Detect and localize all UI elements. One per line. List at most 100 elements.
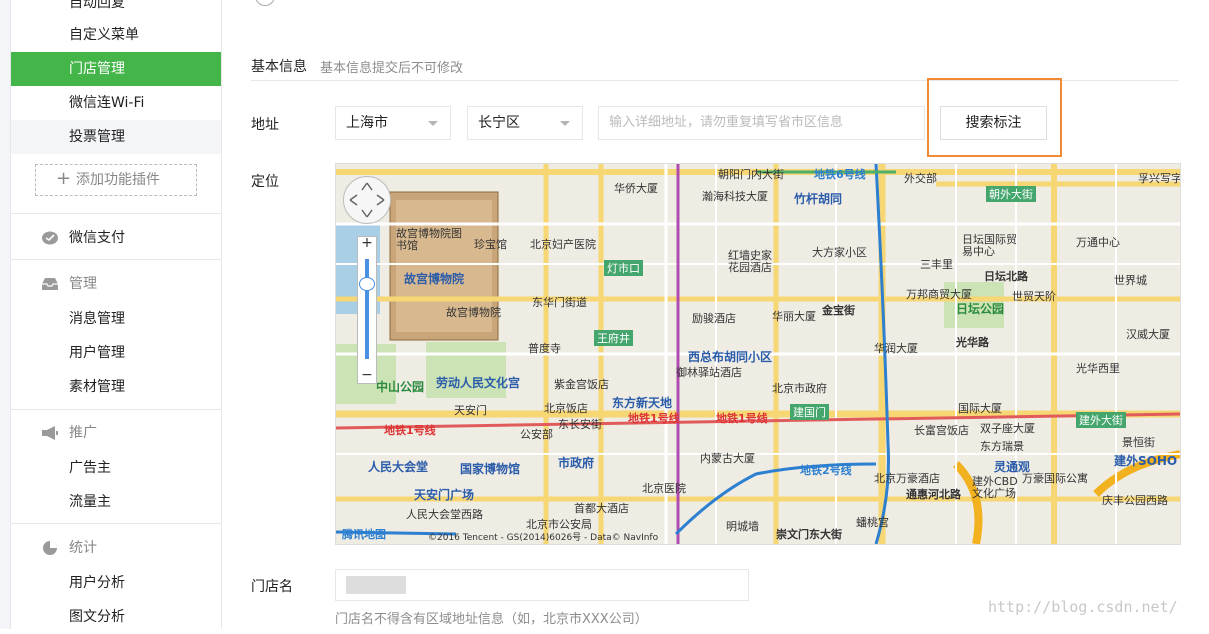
map-label: 世界城 — [1114, 274, 1147, 287]
tencent-map-logo: 腾讯地图 — [342, 528, 386, 541]
sidebar-item-wifi[interactable]: 微信连Wi-Fi — [11, 86, 221, 120]
map-label: 北京医院 — [642, 482, 686, 495]
divider — [11, 523, 221, 524]
map-label: 地铁1号线 — [716, 412, 768, 425]
map-label: 国家博物馆 — [460, 462, 521, 476]
map-label: 崇文门东大街 — [776, 528, 842, 541]
divider — [11, 213, 221, 214]
chat-bubble-icon — [42, 231, 58, 245]
inbox-icon — [42, 278, 58, 290]
zoom-knob[interactable] — [359, 277, 375, 291]
sidebar: 自动回复 自定义菜单 门店管理 微信连Wi-Fi 投票管理 + 添加功能插件 微… — [10, 0, 222, 629]
locate-label: 定位 — [251, 174, 279, 190]
map-label: 王府井 — [594, 330, 633, 346]
map-label: 国际大厦 — [958, 402, 1002, 415]
map-label: 天安门 — [454, 404, 487, 417]
divider — [11, 259, 221, 260]
section-title: 基本信息 — [251, 59, 307, 75]
map-label: 建外CBD文化广场 — [972, 475, 1018, 500]
watermark: http://blog.csdn.net/ — [988, 598, 1178, 616]
map-label: 东长安街 — [558, 418, 602, 431]
map-copyright: ©2016 Tencent - GS(2014)6026号 - Data© Na… — [428, 533, 659, 543]
sidebar-section-label: 微信支付 — [69, 230, 125, 246]
map-label: 朝外大街 — [986, 186, 1036, 202]
caret-down-icon — [560, 121, 570, 126]
map-label: 建外SOHO — [1114, 454, 1178, 468]
city-select[interactable]: 上海市 — [335, 106, 451, 140]
address-input[interactable]: 输入详细地址，请勿重复填写省市区信息 — [598, 106, 925, 140]
sidebar-section-stats: 统计 — [11, 530, 221, 566]
sidebar-item-auto-reply[interactable]: 自动回复 — [11, 0, 221, 20]
map-label: 长富宫饭店 — [914, 424, 969, 437]
sidebar-item-label: 广告主 — [69, 460, 111, 476]
sidebar-item-messages[interactable]: 消息管理 — [11, 302, 221, 336]
map-label: 普度寺 — [528, 342, 561, 355]
map-label: 珍宝馆 — [474, 238, 507, 251]
map-label: 明城墙 — [726, 520, 759, 533]
zoom-in-icon[interactable]: + — [358, 235, 376, 251]
city-select-value: 上海市 — [346, 115, 388, 131]
map-label: 竹杆胡同 — [794, 192, 843, 206]
map-label: 北京饭店 — [544, 402, 588, 415]
map-label: 汉威大厦 — [1126, 328, 1170, 341]
sidebar-item-store-management[interactable]: 门店管理 — [11, 52, 221, 86]
caret-down-icon — [428, 121, 438, 126]
sidebar-item-label: 消息管理 — [69, 311, 125, 327]
add-plugin-label: 添加功能插件 — [76, 172, 160, 188]
map-label: 华侨大厦 — [614, 182, 658, 195]
info-circle-icon — [255, 0, 275, 6]
map[interactable]: 朝阳门内大街 地铁6号线 外交部 孚兴写字 朝外大街 华侨大厦 瀚海科技大厦 竹… — [335, 163, 1181, 545]
zoom-out-icon[interactable]: − — [358, 367, 376, 383]
map-label: 万通中心 — [1076, 236, 1120, 249]
sidebar-section-manage: 管理 — [11, 266, 221, 302]
map-pan-control[interactable] — [343, 176, 391, 224]
sidebar-item-vote[interactable]: 投票管理 — [11, 120, 221, 154]
store-name-hint: 门店名不得含有区域地址信息（如，北京市XXX公司） — [335, 612, 648, 627]
map-label: 蟠桃宫 — [856, 516, 889, 529]
sidebar-item-users[interactable]: 用户管理 — [11, 336, 221, 370]
district-select[interactable]: 长宁区 — [467, 106, 583, 140]
zoom-track — [365, 259, 369, 359]
map-label: 人民大会堂 — [368, 460, 429, 474]
map-label: 励骏酒店 — [692, 312, 736, 325]
map-label: 日坛国际贸易中心 — [962, 233, 1017, 258]
map-label: 人民大会堂西路 — [406, 508, 483, 521]
map-label: 东方新天地 — [612, 396, 673, 410]
map-label: 大方家小区 — [812, 246, 867, 259]
map-label: 瀚海科技大厦 — [702, 190, 768, 203]
sidebar-item-advertiser[interactable]: 广告主 — [11, 451, 221, 485]
store-name-label: 门店名 — [251, 579, 293, 595]
map-label: 首都大酒店 — [574, 502, 629, 515]
sidebar-section-pay[interactable]: 微信支付 — [11, 220, 221, 256]
map-label: 朝阳门内大街 — [718, 168, 784, 181]
map-label: 北京万豪酒店 — [874, 472, 940, 485]
map-label: 劳动人民文化宫 — [436, 376, 521, 390]
map-label: 双子座大厦 — [980, 422, 1035, 435]
sidebar-item-custom-menu[interactable]: 自定义菜单 — [11, 18, 221, 52]
map-label: 孚兴写字 — [1138, 172, 1181, 185]
map-label: 西总布胡同小区 — [688, 350, 773, 364]
add-plugin-button[interactable]: + 添加功能插件 — [35, 164, 197, 196]
sidebar-item-label: 用户管理 — [69, 345, 125, 361]
map-label: 东华门街道 — [532, 296, 587, 309]
map-label: 光华西里 — [1076, 362, 1120, 375]
sidebar-section-label: 推广 — [69, 425, 97, 441]
sidebar-item-label: 自定义菜单 — [69, 27, 139, 43]
megaphone-icon — [42, 426, 58, 440]
address-label: 地址 — [251, 117, 279, 133]
map-label: 紫金宫饭店 — [554, 378, 609, 391]
map-label: 通惠河北路 — [906, 488, 961, 501]
sidebar-item-materials[interactable]: 素材管理 — [11, 370, 221, 404]
map-label: 天安门广场 — [414, 488, 475, 502]
map-label: 御林驿站酒店 — [676, 366, 742, 379]
map-label: 故宫博物院 — [446, 306, 501, 319]
map-label: 东方瑞景 — [980, 440, 1024, 453]
map-label: 故宫博物院图书馆 — [396, 227, 462, 252]
divider — [11, 409, 221, 410]
pie-chart-icon — [43, 541, 57, 555]
sidebar-item-user-analysis[interactable]: 用户分析 — [11, 566, 221, 600]
map-label: 日坛公园 — [956, 302, 1005, 316]
sidebar-item-publisher[interactable]: 流量主 — [11, 485, 221, 519]
map-zoom-slider[interactable]: + − — [357, 235, 377, 384]
store-name-input[interactable] — [335, 569, 749, 601]
